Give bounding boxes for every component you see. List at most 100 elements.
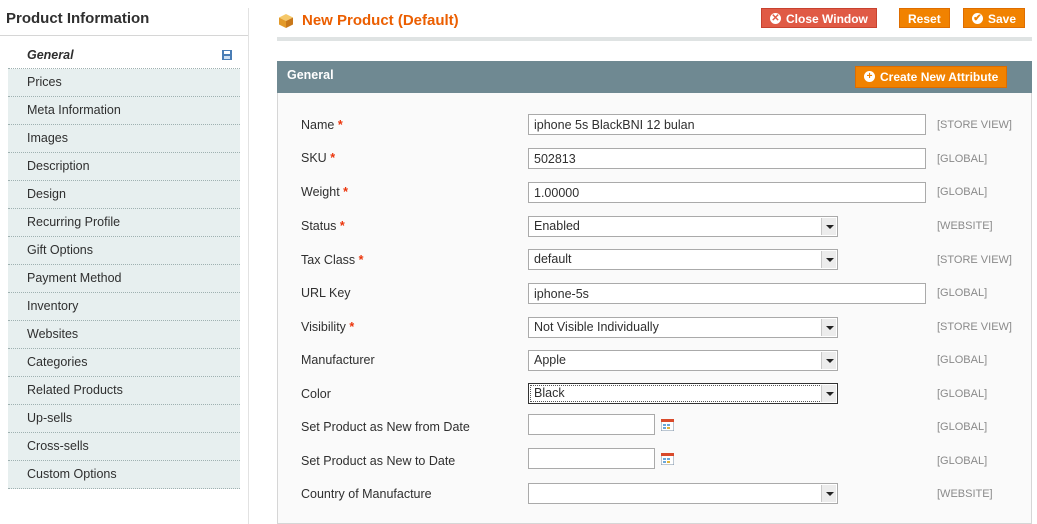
sidebar-item-gift-options[interactable]: Gift Options bbox=[8, 237, 240, 265]
sidebar-item-label: Design bbox=[27, 187, 66, 201]
manufacturer-label: Manufacturer bbox=[301, 353, 375, 367]
sidebar-item-categories[interactable]: Categories bbox=[8, 349, 240, 377]
calendar-icon[interactable] bbox=[661, 453, 674, 465]
tax-class-selected-value: default bbox=[534, 252, 572, 266]
visibility-select[interactable]: Not Visible Individually bbox=[528, 317, 838, 338]
new-to-date-input[interactable] bbox=[528, 448, 655, 469]
chevron-down-icon[interactable] bbox=[821, 218, 836, 235]
color-label: Color bbox=[301, 387, 331, 401]
status-select[interactable]: Enabled bbox=[528, 216, 838, 237]
sidebar-item-websites[interactable]: Websites bbox=[8, 321, 240, 349]
weight-scope: [GLOBAL] bbox=[937, 186, 988, 198]
new-from-date-scope: [GLOBAL] bbox=[937, 421, 988, 433]
sidebar-item-label: Related Products bbox=[27, 383, 123, 397]
sidebar-item-design[interactable]: Design bbox=[8, 181, 240, 209]
name-scope: [STORE VIEW] bbox=[937, 119, 1012, 131]
country-of-manufacture-select[interactable] bbox=[528, 483, 838, 504]
chevron-down-icon[interactable] bbox=[821, 251, 836, 268]
color-selected-value: Black bbox=[534, 386, 565, 400]
save-button[interactable]: ✔ Save bbox=[963, 8, 1026, 28]
sidebar-item-up-sells[interactable]: Up-sells bbox=[8, 405, 240, 433]
visibility-label: Visibility * bbox=[301, 320, 355, 334]
sidebar-item-label: Categories bbox=[27, 355, 88, 369]
manufacturer-select[interactable]: Apple bbox=[528, 350, 838, 371]
sidebar-item-related-products[interactable]: Related Products bbox=[8, 377, 240, 405]
sidebar-item-label: Prices bbox=[27, 75, 62, 89]
visibility-selected-value: Not Visible Individually bbox=[534, 320, 659, 334]
color-select[interactable]: Black bbox=[528, 383, 838, 404]
create-new-attribute-label: Create New Attribute bbox=[880, 70, 999, 84]
chevron-down-icon[interactable] bbox=[821, 485, 836, 502]
status-label: Status * bbox=[301, 219, 345, 233]
create-new-attribute-button[interactable]: + Create New Attribute bbox=[855, 66, 1008, 88]
sidebar-tab-list: General Prices Meta Information Images D… bbox=[8, 42, 240, 489]
status-scope: [WEBSITE] bbox=[937, 220, 993, 232]
plus-icon: + bbox=[864, 71, 875, 82]
close-window-label: Close Window bbox=[786, 12, 868, 26]
new-from-date-label: Set Product as New from Date bbox=[301, 420, 470, 434]
tax-class-scope: [STORE VIEW] bbox=[937, 254, 1012, 266]
country-of-manufacture-label: Country of Manufacture bbox=[301, 487, 432, 501]
new-to-date-label: Set Product as New to Date bbox=[301, 454, 456, 468]
sku-label: SKU * bbox=[301, 151, 336, 165]
chevron-down-icon[interactable] bbox=[821, 385, 836, 402]
weight-input[interactable] bbox=[528, 182, 926, 203]
sidebar-item-label: Websites bbox=[27, 327, 79, 341]
sidebar-item-payment-method[interactable]: Payment Method bbox=[8, 265, 240, 293]
new-to-date-scope: [GLOBAL] bbox=[937, 455, 988, 467]
manufacturer-selected-value: Apple bbox=[534, 353, 566, 367]
sku-scope: [GLOBAL] bbox=[937, 153, 988, 165]
sidebar-item-label: Images bbox=[27, 131, 68, 145]
close-window-button[interactable]: ✕ Close Window bbox=[761, 8, 877, 28]
product-box-icon bbox=[279, 14, 293, 28]
sidebar-item-recurring-profile[interactable]: Recurring Profile bbox=[8, 209, 240, 237]
sidebar-title: Product Information bbox=[6, 10, 150, 27]
sidebar-item-label: Custom Options bbox=[27, 467, 117, 481]
chevron-down-icon[interactable] bbox=[821, 319, 836, 336]
tax-class-label: Tax Class * bbox=[301, 253, 364, 267]
sidebar-item-meta-information[interactable]: Meta Information bbox=[8, 97, 240, 125]
sidebar-item-general[interactable]: General bbox=[8, 42, 240, 69]
sidebar-item-description[interactable]: Description bbox=[8, 153, 240, 181]
sku-input[interactable] bbox=[528, 148, 926, 169]
new-from-date-input[interactable] bbox=[528, 414, 655, 435]
save-icon bbox=[222, 50, 232, 60]
sidebar-item-label: Recurring Profile bbox=[27, 215, 121, 229]
sidebar-item-label: Payment Method bbox=[27, 271, 122, 285]
reset-label: Reset bbox=[908, 12, 941, 26]
tax-class-select[interactable]: default bbox=[528, 249, 838, 270]
sidebar-item-label: Gift Options bbox=[27, 243, 93, 257]
color-scope: [GLOBAL] bbox=[937, 388, 988, 400]
sidebar-divider bbox=[0, 35, 248, 36]
save-label: Save bbox=[988, 12, 1017, 26]
page-title: New Product (Default) bbox=[302, 12, 459, 29]
close-icon: ✕ bbox=[770, 13, 781, 24]
sidebar-item-label: Description bbox=[27, 159, 90, 173]
sidebar-item-prices[interactable]: Prices bbox=[8, 69, 240, 97]
sidebar-item-label: Inventory bbox=[27, 299, 79, 313]
name-label: Name * bbox=[301, 118, 343, 132]
country-of-manufacture-scope: [WEBSITE] bbox=[937, 488, 993, 500]
checkmark-icon: ✔ bbox=[972, 13, 983, 24]
url-key-input[interactable] bbox=[528, 283, 926, 304]
sidebar-item-images[interactable]: Images bbox=[8, 125, 240, 153]
manufacturer-scope: [GLOBAL] bbox=[937, 354, 988, 366]
url-key-label: URL Key bbox=[301, 286, 351, 300]
fieldset-title: General bbox=[287, 68, 334, 82]
calendar-icon[interactable] bbox=[661, 419, 674, 431]
chevron-down-icon[interactable] bbox=[821, 352, 836, 369]
status-selected-value: Enabled bbox=[534, 219, 580, 233]
reset-button[interactable]: Reset bbox=[899, 8, 950, 28]
name-input[interactable] bbox=[528, 114, 926, 135]
sidebar-item-label: Cross-sells bbox=[27, 439, 89, 453]
header-divider bbox=[277, 37, 1032, 41]
sidebar-item-label: General bbox=[27, 48, 74, 62]
sidebar-item-inventory[interactable]: Inventory bbox=[8, 293, 240, 321]
sidebar-item-cross-sells[interactable]: Cross-sells bbox=[8, 433, 240, 461]
sidebar-item-custom-options[interactable]: Custom Options bbox=[8, 461, 240, 489]
weight-label: Weight * bbox=[301, 185, 349, 199]
url-key-scope: [GLOBAL] bbox=[937, 287, 988, 299]
visibility-scope: [STORE VIEW] bbox=[937, 321, 1012, 333]
sidebar-separator bbox=[248, 8, 249, 524]
sidebar-item-label: Meta Information bbox=[27, 103, 121, 117]
